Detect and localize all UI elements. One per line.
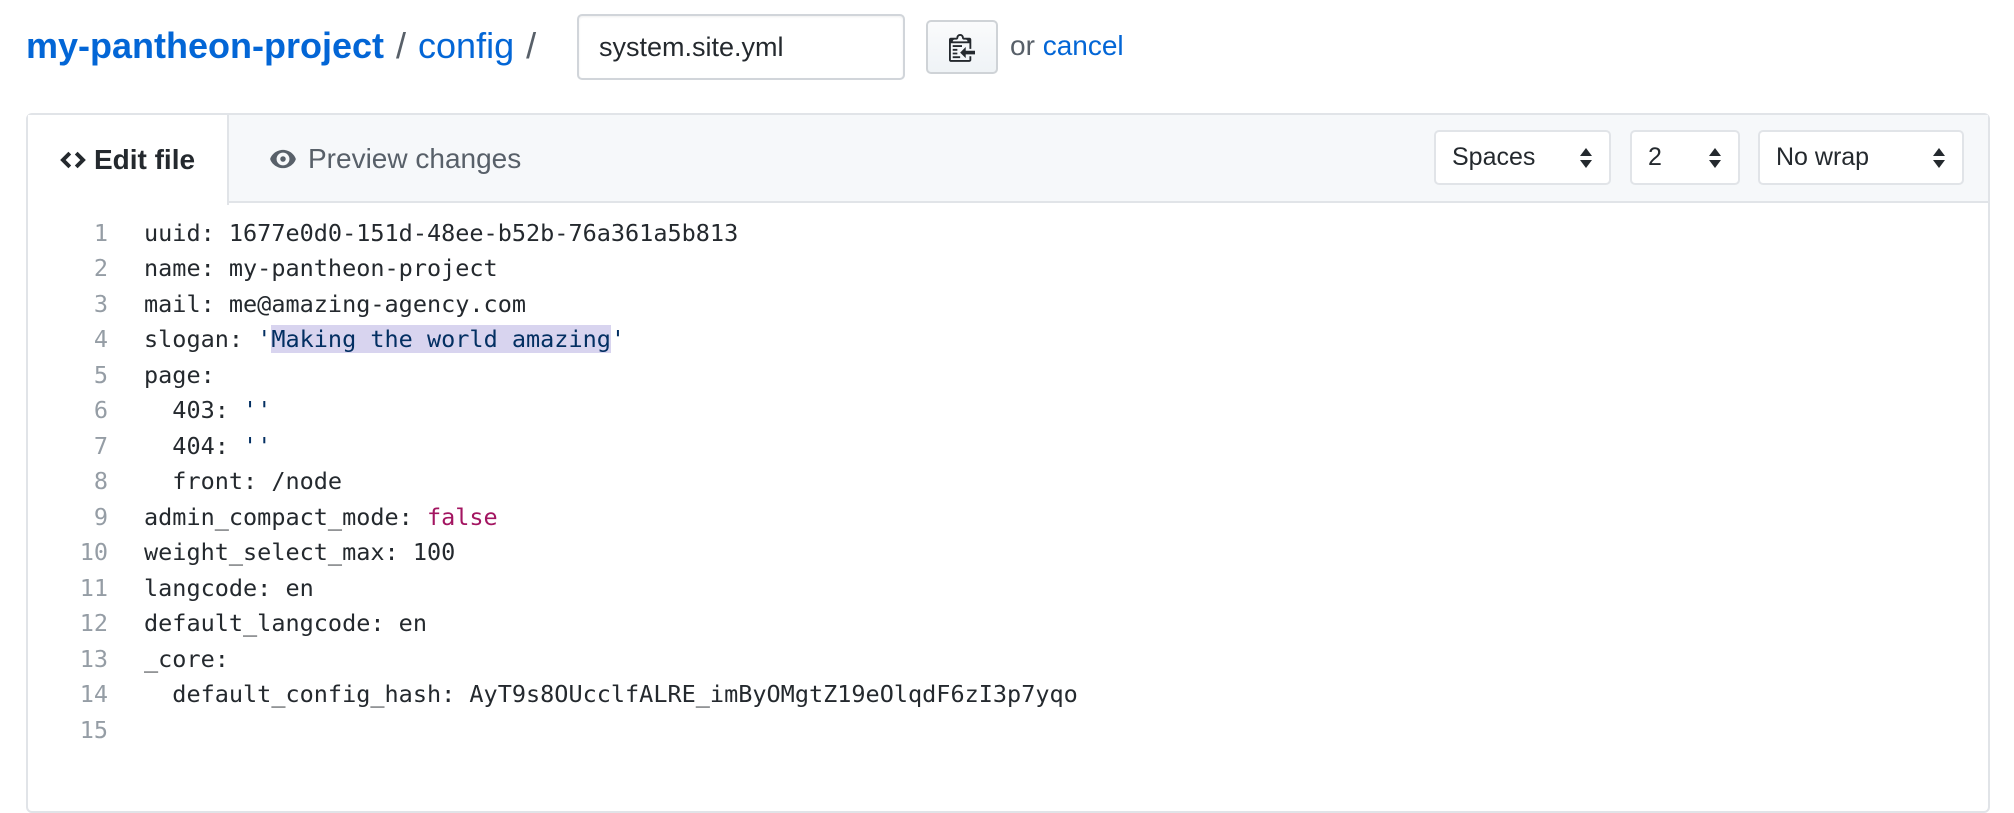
breadcrumb: my-pantheon-project / config / (26, 18, 548, 74)
yaml-boolean: false (426, 502, 498, 531)
line-number: 14 (79, 680, 108, 709)
eye-icon (270, 149, 296, 169)
line-text: _core: (144, 644, 229, 673)
line-number: 9 (93, 502, 108, 531)
line-number: 6 (93, 396, 108, 425)
indent-size-value: 2 (1648, 143, 1662, 171)
line-number: 13 (79, 644, 108, 673)
selected-string: Making the world amazing (271, 325, 611, 354)
quote: ' (610, 325, 626, 354)
clipboard-icon (949, 34, 975, 62)
filename-input[interactable]: system.site.yml (577, 14, 905, 80)
tab-preview-changes[interactable]: Preview changes (268, 115, 521, 203)
line-text: front: /node (144, 467, 343, 496)
line-number: 1 (93, 218, 108, 247)
yaml-key: 404: (144, 431, 244, 460)
line-text: mail: me@amazing-agency.com (144, 289, 527, 318)
code-line: 2 name: my-pantheon-project (28, 251, 1078, 287)
code-icon (60, 151, 86, 169)
line-text: langcode: en (144, 573, 314, 602)
tab-label: Preview changes (308, 143, 522, 174)
indent-mode-select[interactable]: Spaces (1434, 130, 1611, 185)
code-line: 14 default_config_hash: AyT9s8OUcclfALRE… (28, 677, 1078, 713)
select-arrows-icon (1933, 148, 1945, 168)
yaml-key: slogan: (144, 325, 258, 354)
code-line: 10 weight_select_max: 100 (28, 535, 1078, 571)
indent-mode-value: Spaces (1452, 143, 1536, 171)
code-line: 7 404: '' (28, 428, 1078, 464)
line-number: 10 (79, 538, 108, 567)
line-number: 4 (93, 325, 108, 354)
indent-size-select[interactable]: 2 (1630, 130, 1740, 185)
line-text: page: (144, 360, 215, 389)
code-line: 6 403: '' (28, 393, 1078, 429)
code-line: 5 page: (28, 357, 1078, 393)
code-line: 11 langcode: en (28, 570, 1078, 606)
or-text: or (1010, 30, 1035, 61)
breadcrumb-repo-link[interactable]: my-pantheon-project (26, 25, 384, 67)
breadcrumb-folder-link[interactable]: config (418, 25, 514, 67)
line-text: 403: '' (108, 396, 271, 424)
breadcrumb-separator: / (396, 25, 407, 66)
line-text: slogan: 'Making the world amazing' (108, 325, 626, 354)
line-number: 8 (93, 467, 108, 496)
line-text: admin_compact_mode: false (108, 503, 498, 531)
line-number: 3 (93, 289, 108, 318)
line-number: 11 (79, 573, 108, 602)
line-text: name: my-pantheon-project (144, 254, 498, 283)
yaml-key: 403: (144, 396, 244, 425)
breadcrumb-separator: / (526, 25, 537, 66)
code-line: 1 uuid: 1677e0d0-151d-48ee-b52b-76a361a5b… (28, 215, 1078, 251)
line-text: default_config_hash: AyT9s8OUcclfALRE_im… (144, 680, 1078, 709)
line-text: uuid: 1677e0d0-151d-48ee-b52b-76a361a5b8… (144, 218, 739, 247)
line-number: 12 (79, 609, 108, 638)
tab-edit-file[interactable]: Edit file (28, 115, 229, 205)
code-line: 13 _core: (28, 641, 1078, 677)
code-line: 3 mail: me@amazing-agency.com (28, 286, 1078, 322)
cancel-link[interactable]: cancel (1043, 30, 1124, 61)
cancel-area: or cancel (1010, 26, 1124, 66)
tab-label: Edit file (93, 144, 196, 175)
quote: ' (257, 325, 272, 354)
line-number: 15 (79, 715, 108, 744)
code-line: 15 (28, 712, 1078, 748)
line-number: 2 (93, 254, 108, 283)
yaml-key: admin_compact_mode: (144, 502, 427, 531)
editor-header: Edit file Preview changes Spaces 2 No wr… (28, 115, 1988, 205)
line-number: 5 (93, 360, 108, 389)
line-number: 7 (93, 431, 108, 460)
line-text: weight_select_max: 100 (144, 538, 456, 567)
code-line: 9 admin_compact_mode: false (28, 499, 1078, 535)
line-text: 404: '' (108, 432, 271, 460)
code-editor[interactable]: 1 uuid: 1677e0d0-151d-48ee-b52b-76a361a5b… (28, 215, 1078, 748)
code-line: 8 front: /node (28, 464, 1078, 500)
line-text: default_langcode: en (144, 609, 427, 638)
yaml-string: '' (243, 396, 272, 425)
wrap-mode-value: No wrap (1776, 143, 1870, 171)
code-line: 12 default_langcode: en (28, 606, 1078, 642)
editor-container: Edit file Preview changes Spaces 2 No wr… (26, 113, 1990, 813)
wrap-mode-select[interactable]: No wrap (1758, 130, 1964, 185)
clipboard-button[interactable] (926, 20, 998, 74)
select-arrows-icon (1709, 148, 1721, 168)
select-arrows-icon (1580, 148, 1592, 168)
yaml-string: '' (243, 431, 272, 460)
code-line: 4 slogan: 'Making the world amazing' (28, 322, 1078, 358)
